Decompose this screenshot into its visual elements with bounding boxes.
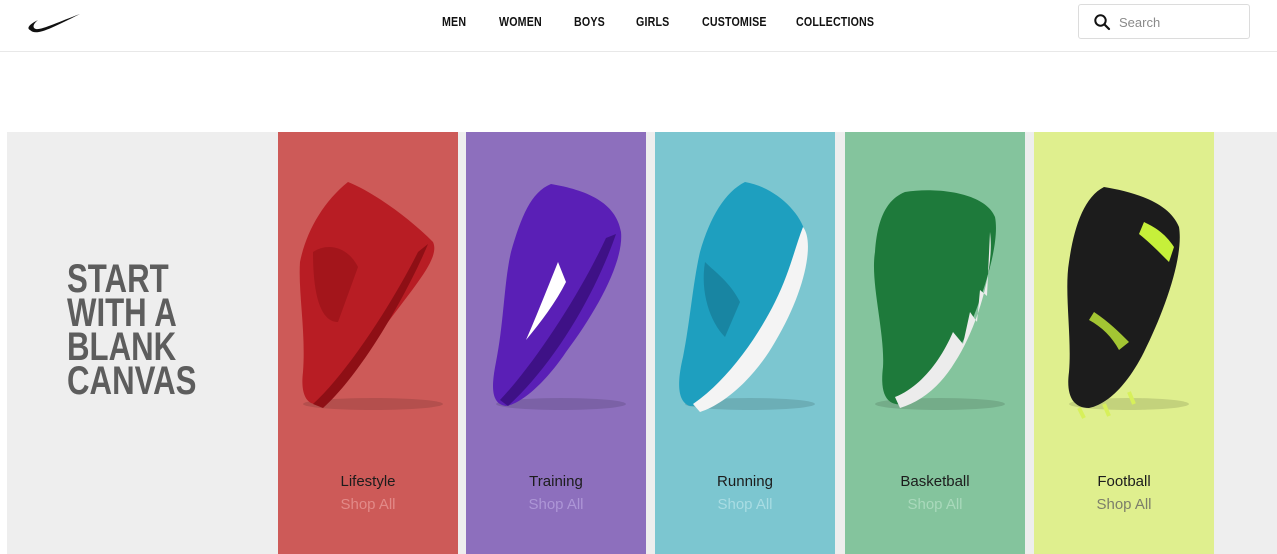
category-label: Basketball bbox=[900, 473, 970, 490]
nav-men[interactable]: MEN bbox=[442, 14, 466, 29]
nav-boys[interactable]: BOYS bbox=[574, 14, 605, 29]
search-icon[interactable] bbox=[1093, 13, 1111, 31]
category-card-lifestyle[interactable]: Lifestyle Shop All bbox=[278, 132, 458, 554]
site-header: MEN WOMEN BOYS GIRLS CUSTOMISE COLLECTIO… bbox=[0, 0, 1277, 52]
hero-title: START WITH A BLANK CANVAS bbox=[67, 259, 197, 403]
football-shoe-image bbox=[1067, 187, 1189, 419]
shop-all-link[interactable]: Shop All bbox=[278, 496, 458, 513]
category-card-basketball[interactable]: Basketball Shop All bbox=[845, 132, 1025, 554]
nav-customise[interactable]: CUSTOMISE bbox=[702, 14, 767, 29]
category-card-training[interactable]: Training Shop All bbox=[466, 132, 646, 554]
training-shoe-image bbox=[493, 184, 626, 410]
shop-all-link[interactable]: Shop All bbox=[1034, 496, 1214, 513]
category-label: Running bbox=[717, 473, 773, 490]
hero-title-line: CANVAS bbox=[67, 359, 197, 403]
search-input[interactable] bbox=[1119, 12, 1239, 32]
nav-girls[interactable]: GIRLS bbox=[636, 14, 669, 29]
search-box[interactable] bbox=[1078, 4, 1250, 39]
basketball-shoe-image bbox=[873, 190, 1005, 410]
category-card-running[interactable]: Running Shop All bbox=[655, 132, 835, 554]
category-card-football[interactable]: Football Shop All bbox=[1034, 132, 1214, 554]
hero-banner: START WITH A BLANK CANVAS Lifestyle Shop… bbox=[7, 132, 1277, 554]
nav-women[interactable]: WOMEN bbox=[499, 14, 542, 29]
lifestyle-shoe-image bbox=[299, 182, 443, 410]
nav-collections[interactable]: COLLECTIONS bbox=[796, 14, 874, 29]
shop-all-link[interactable]: Shop All bbox=[466, 496, 646, 513]
category-label: Lifestyle bbox=[340, 473, 396, 490]
running-shoe-image bbox=[679, 182, 815, 412]
category-label: Training bbox=[529, 473, 583, 490]
shop-all-link[interactable]: Shop All bbox=[845, 496, 1025, 513]
shop-all-link[interactable]: Shop All bbox=[655, 496, 835, 513]
category-label: Football bbox=[1097, 473, 1151, 490]
